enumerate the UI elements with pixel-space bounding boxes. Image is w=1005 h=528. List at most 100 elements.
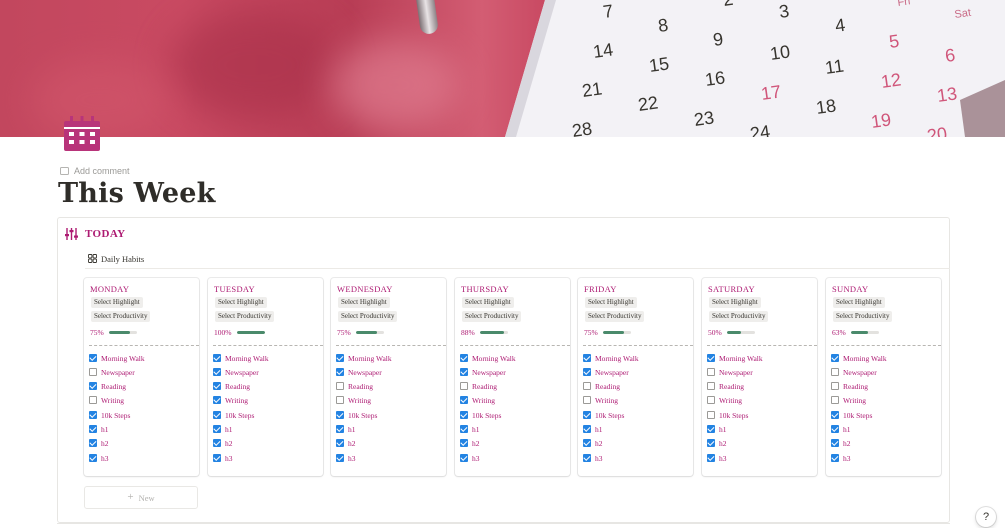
unchecked-checkbox[interactable]: [831, 396, 839, 404]
unchecked-checkbox[interactable]: [707, 411, 715, 419]
checked-checkbox[interactable]: [336, 368, 344, 376]
habit-row: h1: [89, 423, 109, 435]
checked-checkbox[interactable]: [583, 368, 591, 376]
checked-checkbox[interactable]: [583, 454, 591, 462]
habit-row: Morning Walk: [583, 352, 639, 364]
checked-checkbox[interactable]: [213, 354, 221, 362]
habit-row: h3: [213, 452, 233, 464]
calendar-number: 14: [592, 39, 615, 62]
checked-checkbox[interactable]: [583, 439, 591, 447]
highlight-select[interactable]: Select Highlight: [215, 297, 267, 308]
checked-checkbox[interactable]: [213, 368, 221, 376]
unchecked-checkbox[interactable]: [583, 396, 591, 404]
unchecked-checkbox[interactable]: [89, 368, 97, 376]
checked-checkbox[interactable]: [89, 425, 97, 433]
checked-checkbox[interactable]: [583, 411, 591, 419]
productivity-select[interactable]: Select Productivity: [91, 311, 151, 322]
productivity-select[interactable]: Select Productivity: [833, 311, 893, 322]
highlight-select[interactable]: Select Highlight: [338, 297, 390, 308]
dashed-divider: [213, 345, 323, 346]
day-card-monday[interactable]: MONDAY Select Highlight Select Productivit…: [84, 278, 199, 476]
checked-checkbox[interactable]: [831, 439, 839, 447]
checked-checkbox[interactable]: [831, 411, 839, 419]
checked-checkbox[interactable]: [460, 439, 468, 447]
checked-checkbox[interactable]: [707, 439, 715, 447]
productivity-select[interactable]: Select Productivity: [709, 311, 769, 322]
day-card-friday[interactable]: FRIDAY Select Highlight Select Productivit…: [578, 278, 693, 476]
checked-checkbox[interactable]: [707, 454, 715, 462]
add-comment-button[interactable]: Add comment: [60, 166, 130, 176]
habit-row: Writing: [460, 394, 495, 406]
productivity-select[interactable]: Select Productivity: [338, 311, 398, 322]
unchecked-checkbox[interactable]: [89, 396, 97, 404]
highlight-select[interactable]: Select Highlight: [585, 297, 637, 308]
unchecked-checkbox[interactable]: [460, 382, 468, 390]
checked-checkbox[interactable]: [89, 411, 97, 419]
checked-checkbox[interactable]: [213, 439, 221, 447]
day-title: MONDAY: [90, 284, 130, 294]
highlight-select[interactable]: Select Highlight: [709, 297, 761, 308]
checked-checkbox[interactable]: [460, 411, 468, 419]
checked-checkbox[interactable]: [707, 425, 715, 433]
habit-row: Morning Walk: [831, 352, 887, 364]
checked-checkbox[interactable]: [460, 354, 468, 362]
day-card-thursday[interactable]: THURSDAY Select Highlight Select Productiv…: [455, 278, 570, 476]
unchecked-checkbox[interactable]: [707, 368, 715, 376]
checked-checkbox[interactable]: [213, 382, 221, 390]
checked-checkbox[interactable]: [583, 354, 591, 362]
unchecked-checkbox[interactable]: [336, 382, 344, 390]
calendar-number: 11: [824, 56, 845, 78]
calendar-number: 20: [926, 123, 949, 137]
day-card-wednesday[interactable]: WEDNESDAY Select Highlight Select Producti…: [331, 278, 446, 476]
unchecked-checkbox[interactable]: [583, 382, 591, 390]
checked-checkbox[interactable]: [831, 354, 839, 362]
checked-checkbox[interactable]: [336, 454, 344, 462]
dashed-divider: [831, 345, 941, 346]
checked-checkbox[interactable]: [460, 425, 468, 433]
unchecked-checkbox[interactable]: [831, 382, 839, 390]
checked-checkbox[interactable]: [89, 382, 97, 390]
section-header[interactable]: TODAY: [65, 228, 126, 240]
checked-checkbox[interactable]: [89, 354, 97, 362]
day-card-saturday[interactable]: SATURDAY Select Highlight Select Productiv…: [702, 278, 817, 476]
dashed-divider: [707, 345, 817, 346]
highlight-select[interactable]: Select Highlight: [91, 297, 143, 308]
checked-checkbox[interactable]: [460, 396, 468, 404]
checked-checkbox[interactable]: [213, 396, 221, 404]
productivity-select[interactable]: Select Productivity: [215, 311, 275, 322]
unchecked-checkbox[interactable]: [707, 382, 715, 390]
checked-checkbox[interactable]: [583, 425, 591, 433]
checked-checkbox[interactable]: [831, 425, 839, 433]
checked-checkbox[interactable]: [460, 368, 468, 376]
new-card-button[interactable]: + New: [84, 486, 198, 509]
tab-divider: [85, 268, 950, 269]
checked-checkbox[interactable]: [336, 425, 344, 433]
productivity-select[interactable]: Select Productivity: [462, 311, 522, 322]
day-card-sunday[interactable]: SUNDAY Select Highlight Select Productivit…: [826, 278, 941, 476]
checked-checkbox[interactable]: [831, 454, 839, 462]
unchecked-checkbox[interactable]: [336, 396, 344, 404]
checked-checkbox[interactable]: [336, 354, 344, 362]
checked-checkbox[interactable]: [213, 411, 221, 419]
calendar-icon[interactable]: [63, 116, 101, 152]
habit-label: Morning Walk: [719, 353, 763, 363]
calendar-number: 22: [637, 92, 660, 115]
habit-row: Reading: [707, 380, 744, 392]
help-button[interactable]: ?: [976, 507, 996, 527]
checked-checkbox[interactable]: [213, 425, 221, 433]
checked-checkbox[interactable]: [336, 411, 344, 419]
highlight-select[interactable]: Select Highlight: [833, 297, 885, 308]
checked-checkbox[interactable]: [89, 439, 97, 447]
checked-checkbox[interactable]: [336, 439, 344, 447]
unchecked-checkbox[interactable]: [707, 396, 715, 404]
tab-daily-habits[interactable]: Daily Habits: [85, 249, 152, 269]
checked-checkbox[interactable]: [707, 354, 715, 362]
checked-checkbox[interactable]: [213, 454, 221, 462]
gallery-icon: [88, 254, 97, 263]
unchecked-checkbox[interactable]: [831, 368, 839, 376]
checked-checkbox[interactable]: [89, 454, 97, 462]
highlight-select[interactable]: Select Highlight: [462, 297, 514, 308]
checked-checkbox[interactable]: [460, 454, 468, 462]
productivity-select[interactable]: Select Productivity: [585, 311, 645, 322]
day-card-tuesday[interactable]: TUESDAY Select Highlight Select Productivi…: [208, 278, 323, 476]
